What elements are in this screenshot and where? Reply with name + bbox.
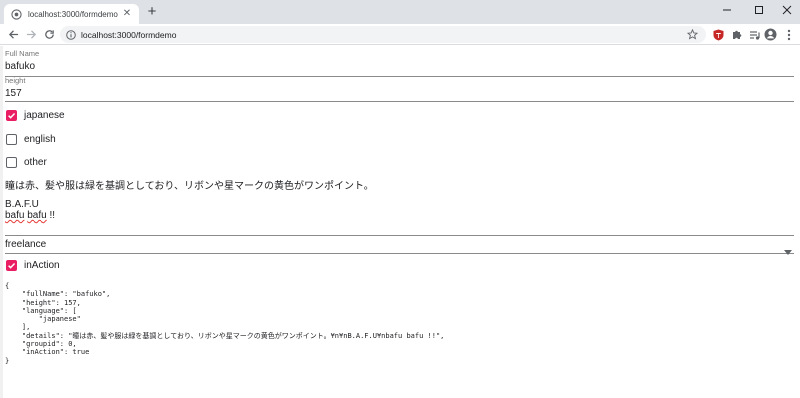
checkbox-english[interactable]: english xyxy=(6,132,56,146)
full-name-input[interactable]: bafuko xyxy=(5,61,35,72)
checkbox-checked-icon[interactable] xyxy=(6,109,17,121)
checkbox-in-action[interactable]: inAction xyxy=(6,258,60,272)
close-window-button[interactable] xyxy=(772,0,800,20)
address-bar[interactable]: localhost:3000/formdemo xyxy=(60,26,706,43)
profile-avatar-icon[interactable] xyxy=(763,27,778,42)
checkbox-unchecked-icon[interactable] xyxy=(6,133,17,145)
tab-strip: localhost:3000/formdemo ✕ + xyxy=(0,0,800,24)
full-name-label: Full Name xyxy=(5,49,40,58)
checkbox-label: inAction xyxy=(24,259,60,271)
checkbox-japanese[interactable]: japanese xyxy=(6,108,65,122)
new-tab-button[interactable]: + xyxy=(144,4,160,20)
spellcheck-word: bafu xyxy=(27,210,47,221)
checkbox-label: other xyxy=(24,156,47,168)
details-textarea-line-2[interactable]: B.A.F.U xyxy=(5,199,39,210)
group-select[interactable]: freelance xyxy=(5,235,794,255)
details-tail-text: !! xyxy=(49,210,56,221)
back-button[interactable] xyxy=(5,26,22,43)
shield-extension-icon[interactable] xyxy=(711,27,726,42)
checkbox-label: english xyxy=(24,133,56,145)
checkbox-other[interactable]: other xyxy=(6,155,47,169)
forward-arrow-icon xyxy=(26,30,37,39)
dropdown-arrow-icon[interactable] xyxy=(784,242,792,255)
tab-close-icon[interactable]: ✕ xyxy=(121,8,133,20)
forward-button[interactable] xyxy=(23,26,40,43)
tab-title: localhost:3000/formdemo xyxy=(28,9,118,19)
back-arrow-icon xyxy=(8,30,19,39)
left-gutter xyxy=(0,46,3,398)
browser-toolbar: localhost:3000/formdemo xyxy=(0,24,800,45)
height-label: height xyxy=(5,76,26,85)
browser-tab[interactable]: localhost:3000/formdemo ✕ xyxy=(4,4,139,24)
info-icon[interactable] xyxy=(66,29,76,40)
height-input[interactable]: 157 xyxy=(5,88,22,99)
json-output: { "fullName": "bafuko", "height": 157, "… xyxy=(5,282,445,365)
height-underline xyxy=(5,101,794,102)
reload-button[interactable] xyxy=(41,26,58,43)
url-text[interactable]: localhost:3000/formdemo xyxy=(81,30,176,40)
page-content: Full Name bafuko height 157 japanese eng… xyxy=(0,46,800,398)
full-name-field[interactable]: Full Name bafuko xyxy=(5,49,794,77)
checkbox-checked-icon[interactable] xyxy=(6,259,17,271)
group-select-value[interactable]: freelance xyxy=(5,239,46,250)
globe-icon xyxy=(10,8,22,20)
reload-icon xyxy=(45,30,54,39)
puzzle-extensions-icon[interactable] xyxy=(729,27,744,42)
minimize-button[interactable] xyxy=(712,0,742,20)
details-textarea-line-1[interactable]: 瞳は赤、髪や服は緑を基調としており、リボンや星マークの黄色がワンポイント。 xyxy=(5,177,374,192)
bookmark-star-icon[interactable] xyxy=(686,28,698,41)
kebab-menu-icon[interactable] xyxy=(781,27,796,42)
checkbox-label: japanese xyxy=(24,109,65,121)
maximize-button[interactable] xyxy=(744,0,774,20)
height-field[interactable]: height 157 xyxy=(5,76,794,104)
details-textarea-line-3[interactable]: bafu bafu !! xyxy=(5,210,55,221)
checkbox-unchecked-icon[interactable] xyxy=(6,156,17,168)
media-queue-icon[interactable] xyxy=(747,27,762,42)
spellcheck-word: bafu xyxy=(5,210,25,221)
